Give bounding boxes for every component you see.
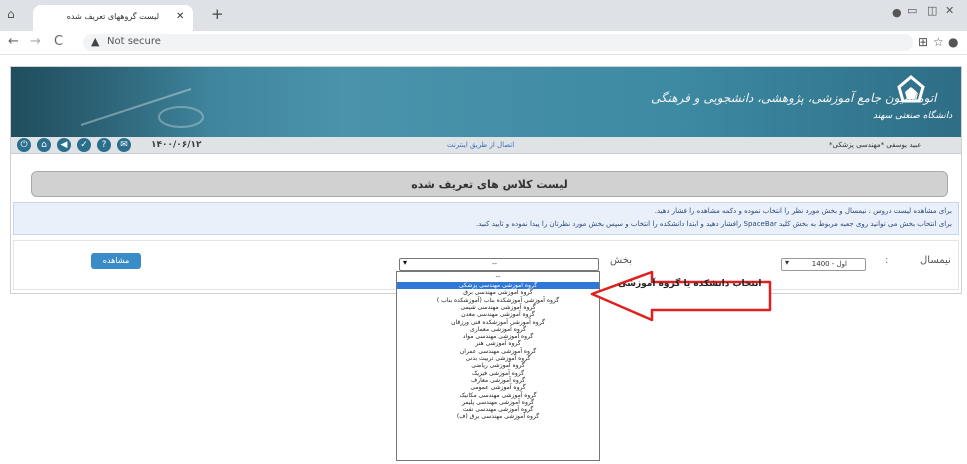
not-secure-label: Not secure xyxy=(107,36,161,47)
page-frame: اتوماسیون جامع آموزشی، پژوهشی، دانشجویی … xyxy=(10,66,962,294)
info-line-1: برای مشاهده لیست دروس ، نیمسال و بخش مور… xyxy=(654,207,952,215)
tab-title: لیست گروههای تعریف شده xyxy=(66,12,159,21)
dropdown-option[interactable]: گروه آموزشی فیزیک xyxy=(397,370,599,377)
back-arrow-icon[interactable]: ← xyxy=(8,34,19,49)
translate-icon[interactable]: ⊞ xyxy=(918,35,928,49)
dropdown-empty-option[interactable]: -- xyxy=(397,272,599,282)
browser-tabbar: ⌂ لیست گروههای تعریف شده ✕ + ● ▭ ◫ ✕ xyxy=(0,0,967,31)
dropdown-option[interactable]: گروه آموزشی مهندسی برق (ف) xyxy=(397,413,599,420)
screen: ⌂ لیست گروههای تعریف شده ✕ + ● ▭ ◫ ✕ ← →… xyxy=(0,0,967,464)
profile-icon[interactable]: ● xyxy=(892,6,902,19)
dropdown-option[interactable]: گروه آموزشی آموزشکده فنی ورزقان xyxy=(397,319,599,326)
dropdown-option[interactable]: گروه آموزشی هنر xyxy=(397,340,599,347)
star-icon[interactable]: ☆ xyxy=(933,35,944,49)
dropdown-option[interactable]: گروه آموزشی مهندسی پلیمر xyxy=(397,399,599,406)
university-logo xyxy=(897,75,925,103)
dropdown-option[interactable]: گروه آموزشی مهندسی معدن xyxy=(397,311,599,318)
help-icon[interactable]: ? xyxy=(97,138,111,152)
connection-status: اتصال از طریق اینترنت xyxy=(447,141,515,149)
browser-toolbar: ← → C ▲ Not secure ⊞ ☆ ● xyxy=(0,31,967,55)
check-icon[interactable]: ✓ xyxy=(77,138,91,152)
pen-illustration xyxy=(80,88,204,128)
dropdown-option[interactable]: گروه آموزشی آموزشکده بناب (آموزشکده بناب… xyxy=(397,297,599,304)
app-icon: ⌂ xyxy=(7,7,15,21)
department-dropdown-list[interactable]: -- گروه آموزشی مهندسی پزشکی گروه آموزشی م… xyxy=(396,271,600,461)
mail-icon[interactable]: ✉ xyxy=(117,138,131,152)
chevron-down-icon: ▾ xyxy=(403,258,408,267)
info-box: برای مشاهده لیست دروس ، نیمسال و بخش مور… xyxy=(13,202,959,235)
site-banner: اتوماسیون جامع آموزشی، پژوهشی، دانشجویی … xyxy=(11,67,961,137)
view-button[interactable]: مشاهده xyxy=(91,253,141,269)
reload-icon[interactable]: C xyxy=(54,34,63,49)
dropdown-option[interactable]: گروه آموزشی ریاضی xyxy=(397,362,599,369)
maximize-icon[interactable]: ◫ xyxy=(927,4,937,17)
chevron-down-icon: ▾ xyxy=(785,258,790,267)
home-icon[interactable]: ⌂ xyxy=(37,138,51,152)
callout-text: انتخاب دانشکده یا گروه آموزشی xyxy=(618,279,762,289)
logo-text: دانشگاه صنعتی سهند xyxy=(873,111,953,121)
dropdown-option[interactable]: گروه آموزشی مهندسی مکانیک xyxy=(397,392,599,399)
dropdown-option[interactable]: گروه آموزشی مهندسی برق xyxy=(397,289,599,296)
close-window-icon[interactable]: ✕ xyxy=(945,4,954,17)
minimize-icon[interactable]: ▭ xyxy=(907,4,917,17)
semester-select[interactable]: اول - 1400 ▾ xyxy=(781,258,866,271)
dropdown-option[interactable]: گروه آموزشی معماری xyxy=(397,326,599,333)
info-line-2: برای انتخاب بخش می توانید روی جعبه مربوط… xyxy=(476,220,952,228)
page-title: لیست کلاس های تعریف شده xyxy=(31,171,948,197)
current-date: ۱۴۰۰/۰۶/۱۲ xyxy=(151,140,202,150)
semester-label: نیمسال xyxy=(920,255,951,266)
icon-toolbar: ⏻ ⌂ ◀ ✓ ? ✉ ۱۴۰۰/۰۶/۱۲ اتصال از طریق این… xyxy=(11,137,961,154)
account-icon[interactable]: ● xyxy=(948,35,958,49)
address-bar[interactable]: ▲ Not secure xyxy=(83,34,913,51)
browser-tab[interactable]: لیست گروههای تعریف شده ✕ xyxy=(33,5,193,31)
semester-colon: : xyxy=(885,255,889,266)
back-icon[interactable]: ◀ xyxy=(57,138,71,152)
tab-close-icon[interactable]: ✕ xyxy=(176,11,184,22)
dropdown-option[interactable]: گروه آموزشی مهندسی عمران xyxy=(397,348,599,355)
user-info: عبید یوسفی *مهندسی پزشکی* xyxy=(829,141,922,149)
forward-arrow-icon[interactable]: → xyxy=(30,34,41,49)
dropdown-option[interactable]: گروه آموزشی عمومی xyxy=(397,384,599,391)
warning-icon: ▲ xyxy=(91,35,100,48)
power-icon[interactable]: ⏻ xyxy=(17,138,31,152)
department-label: بخش xyxy=(610,255,632,266)
department-select[interactable]: -- ▾ xyxy=(399,258,599,271)
new-tab-icon[interactable]: + xyxy=(211,5,224,23)
annotation-callout: انتخاب دانشکده یا گروه آموزشی xyxy=(590,270,774,324)
